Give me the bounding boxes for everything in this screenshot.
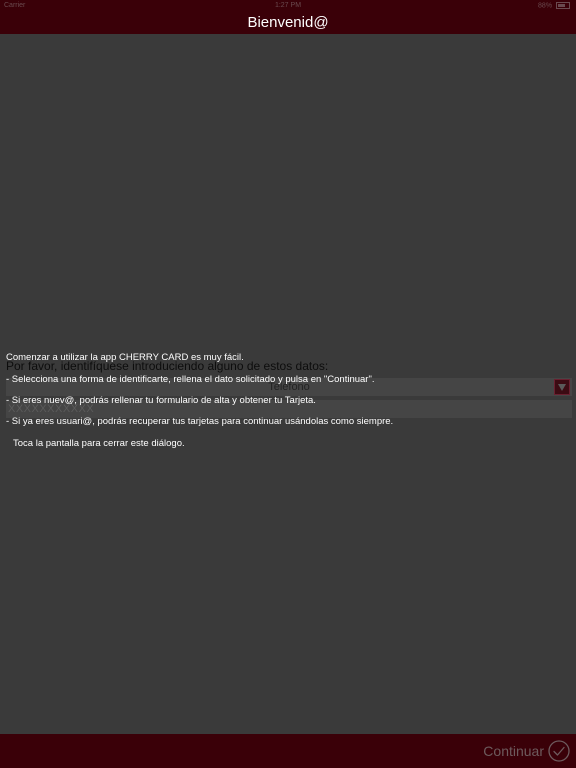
- page-title: Bienvenid@: [247, 14, 329, 31]
- checkmark-circle-icon: [548, 740, 570, 762]
- dropdown-arrow-icon[interactable]: [554, 379, 570, 395]
- status-bar: Carrier 1:27 PM 88%: [0, 0, 576, 12]
- continue-button[interactable]: Continuar: [483, 739, 570, 763]
- continue-label: Continuar: [483, 743, 544, 759]
- help-dialog-dismiss-hint[interactable]: Toca la pantalla para cerrar este diálog…: [13, 438, 185, 449]
- clock: 1:27 PM: [274, 2, 302, 9]
- help-dialog-step-existing-user: - Si ya eres usuari@, podrás recuperar t…: [6, 416, 394, 427]
- bottom-toolbar: Continuar: [0, 734, 576, 768]
- help-dialog-intro: Comenzar a utilizar la app CHERRY CARD e…: [6, 352, 244, 363]
- battery-indicator: 88%: [538, 2, 570, 9]
- navigation-bar: Bienvenid@: [0, 12, 576, 34]
- battery-icon: [556, 2, 570, 9]
- help-dialog-step-identify: - Selecciona una forma de identificarte,…: [6, 374, 375, 385]
- help-dialog-step-new-user: - Si eres nuev@, podrás rellenar tu form…: [6, 395, 316, 406]
- battery-percent: 88%: [538, 2, 553, 10]
- welcome-screen[interactable]: Carrier 1:27 PM 88% Bienvenid@ Por favor…: [0, 0, 576, 768]
